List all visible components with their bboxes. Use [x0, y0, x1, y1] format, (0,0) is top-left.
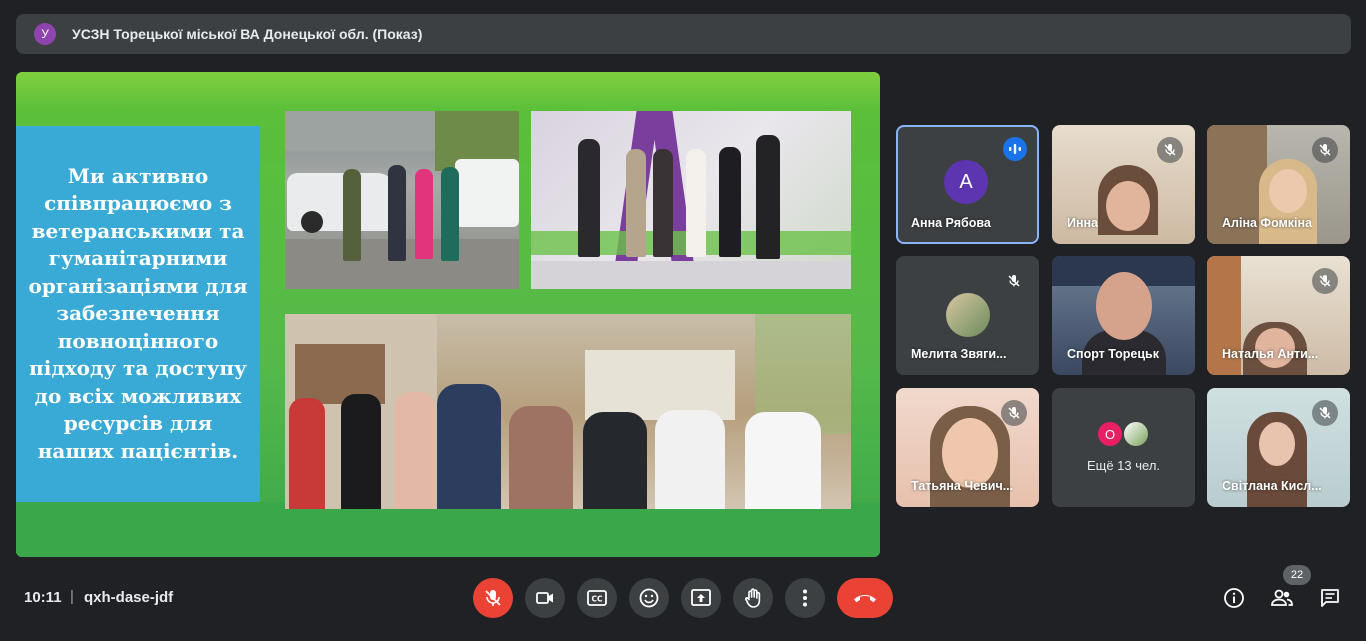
- chat-icon: [1321, 589, 1339, 607]
- separator: |: [70, 588, 74, 605]
- muted-mic-icon: [1157, 137, 1183, 163]
- presenter-avatar: У: [34, 23, 56, 45]
- closed-captions-icon: CC: [587, 590, 607, 606]
- participant-name: Світлана Кисл...: [1222, 479, 1322, 493]
- hang-up-icon: [854, 595, 876, 603]
- more-vert-icon: [803, 589, 807, 607]
- participant-tile[interactable]: Мелита Звяги...: [896, 256, 1039, 375]
- participant-tile[interactable]: Аліна Фомкіна: [1207, 125, 1350, 244]
- captions-button[interactable]: CC: [577, 578, 617, 618]
- participant-name: Мелита Звяги...: [911, 347, 1007, 361]
- slide-bottom-band: [16, 502, 880, 557]
- mic-off-icon: [485, 590, 501, 606]
- participant-tile[interactable]: Инна: [1052, 125, 1195, 244]
- people-icon: [1271, 589, 1293, 606]
- slide-text: Ми активно співпрацюємо з ветеранськими …: [28, 163, 248, 463]
- svg-text:CC: CC: [591, 595, 603, 604]
- slide-photo-office-group: [285, 314, 851, 509]
- participant-name: Инна: [1067, 216, 1099, 230]
- participant-tile[interactable]: Спорт Торецьк: [1052, 256, 1195, 375]
- participant-avatar: О: [1098, 422, 1122, 446]
- clock-time: 10:11: [24, 589, 62, 606]
- participant-tile[interactable]: Наталья Анти...: [1207, 256, 1350, 375]
- more-options-button[interactable]: [785, 578, 825, 618]
- participant-tile-speaking[interactable]: A Анна Рябова: [896, 125, 1039, 244]
- participant-name: Наталья Анти...: [1222, 347, 1319, 361]
- meeting-code: qxh-dase-jdf: [84, 589, 174, 606]
- info-icon: [1224, 588, 1244, 608]
- muted-mic-icon: [1312, 400, 1338, 426]
- video-camera-icon: [536, 592, 553, 604]
- raise-hand-button[interactable]: [733, 578, 773, 618]
- present-to-all-icon: [691, 589, 711, 606]
- participant-name: Анна Рябова: [911, 216, 991, 230]
- participant-name: Аліна Фомкіна: [1222, 216, 1313, 230]
- more-participants-tile[interactable]: О Ещё 13 чел.: [1052, 388, 1195, 507]
- muted-mic-icon: [1312, 137, 1338, 163]
- leave-call-button[interactable]: [837, 578, 893, 618]
- muted-mic-icon: [1001, 400, 1027, 426]
- presentation-title: УСЗН Торецької міської ВА Донецької обл.…: [72, 26, 423, 42]
- speaking-indicator-icon: [1003, 137, 1027, 161]
- muted-mic-icon: [1001, 268, 1027, 294]
- more-participants-label: Ещё 13 чел.: [1086, 458, 1161, 473]
- slide-text-panel: Ми активно співпрацюємо з ветеранськими …: [16, 126, 260, 502]
- presentation-header: У УСЗН Торецької міської ВА Донецької об…: [16, 14, 1351, 54]
- microphone-toggle-button[interactable]: [473, 578, 513, 618]
- participant-avatar: A: [944, 160, 988, 204]
- muted-mic-icon: [1312, 268, 1338, 294]
- participant-tile[interactable]: Світлана Кисл...: [1207, 388, 1350, 507]
- participants-button[interactable]: [1262, 578, 1302, 618]
- participant-name: Татьяна Чевич...: [911, 479, 1014, 493]
- participant-avatar-photo: [946, 293, 990, 337]
- participants-count: 22: [1290, 569, 1304, 581]
- meeting-controls-bar: 10:11 | qxh-dase-jdf CC 22: [0, 565, 1366, 627]
- slide-photo-outdoor-group: [285, 111, 519, 289]
- participant-tile[interactable]: Татьяна Чевич...: [896, 388, 1039, 507]
- shared-screen: Ми активно співпрацюємо з ветеранськими …: [16, 72, 880, 557]
- emoji-icon: [639, 588, 659, 608]
- raise-hand-icon: [745, 588, 761, 608]
- meeting-details-button[interactable]: [1214, 578, 1254, 618]
- chat-button[interactable]: [1310, 578, 1350, 618]
- camera-toggle-button[interactable]: [525, 578, 565, 618]
- slide-photo-stage-group: [531, 111, 851, 289]
- present-screen-button[interactable]: [681, 578, 721, 618]
- reactions-button[interactable]: [629, 578, 669, 618]
- participant-avatar-photo: [1124, 422, 1148, 446]
- participant-name: Спорт Торецьк: [1067, 347, 1159, 361]
